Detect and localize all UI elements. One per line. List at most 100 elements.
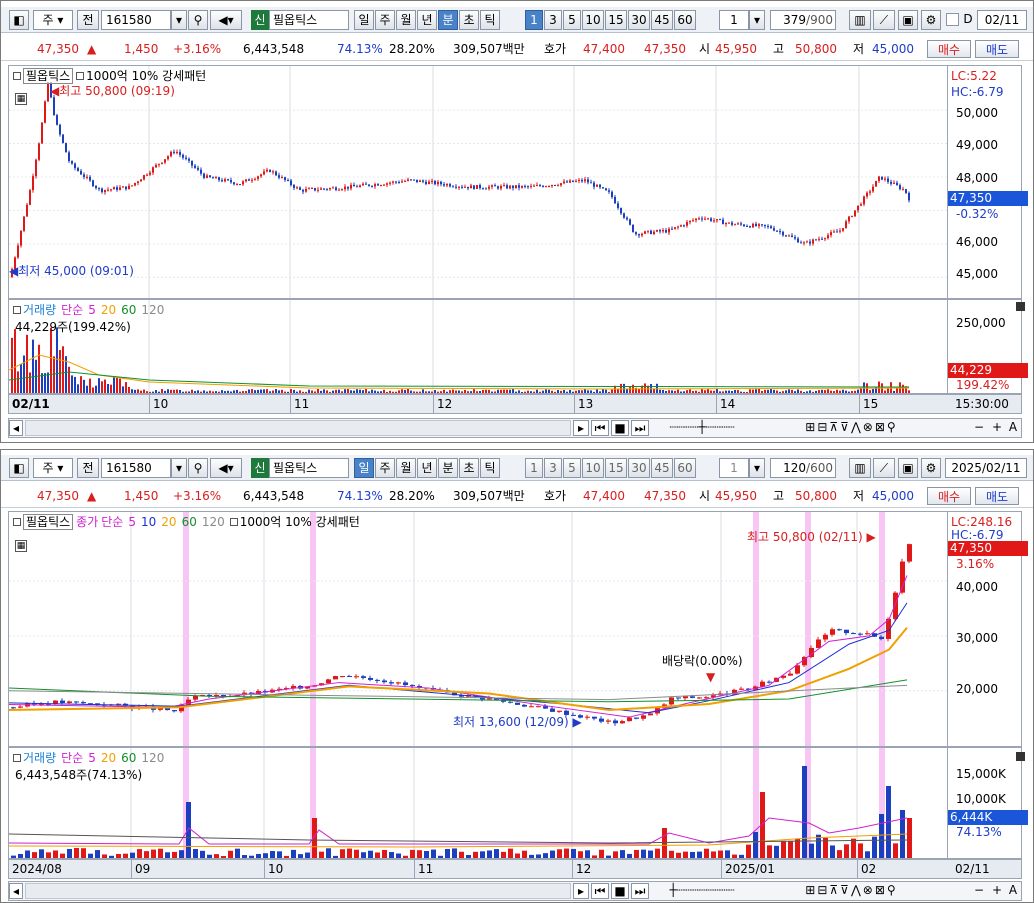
settings-icon[interactable]: ⚙: [921, 458, 941, 478]
bottom-volume-pane[interactable]: 거래량 단순 5 20 60 120 6,443,548주(74.13%) 15,000K…: [8, 747, 1028, 859]
sound-icon[interactable]: ◀▾: [210, 458, 242, 478]
bottom-price-pane[interactable]: 필옵틱스 종가 단순 5 10 20 60 120 1000억 10% 강세패턴 ▦ 최고 50…: [8, 511, 1028, 747]
scroll-left-icon[interactable]: ◂: [9, 883, 23, 899]
unit-dropdown-icon[interactable]: ▾: [749, 10, 765, 30]
tools-icons[interactable]: ⊞⊟⊼⊽⋀⊗⊠⚲: [754, 883, 949, 899]
code-dropdown-icon[interactable]: ▾: [171, 10, 187, 30]
period-button-5[interactable]: 초: [459, 458, 479, 478]
count-display[interactable]: 379/900: [770, 10, 836, 30]
prev-button[interactable]: 전: [77, 10, 99, 30]
auto-scale-icon[interactable]: A: [1005, 883, 1021, 899]
rewind-icon[interactable]: ⏮: [591, 883, 609, 899]
scrollbar-track[interactable]: [25, 883, 571, 899]
bar-chart-icon[interactable]: ▥: [849, 458, 871, 478]
code-input[interactable]: 161580: [101, 10, 171, 30]
candle-body: [233, 182, 235, 185]
search-icon[interactable]: ⚲: [188, 10, 208, 30]
line-tool-icon[interactable]: ⟋: [873, 10, 895, 30]
sell-button[interactable]: 매도: [975, 40, 1019, 58]
rewind-icon[interactable]: ⏮: [591, 420, 609, 436]
interval-button-0[interactable]: 1: [525, 458, 543, 478]
grid-icon[interactable]: ▦: [15, 93, 27, 105]
sound-icon[interactable]: ◀▾: [210, 10, 242, 30]
period-button-6[interactable]: 틱: [480, 458, 500, 478]
top-price-pane[interactable]: 필옵틱스 1000억 10% 강세패턴 ▦ ◀최고 50,800 (09:19) …: [8, 65, 1028, 299]
interval-button-6[interactable]: 45: [651, 458, 673, 478]
unit-dropdown-icon[interactable]: ▾: [749, 458, 765, 478]
period-button-4[interactable]: 분: [438, 458, 458, 478]
interval-button-3[interactable]: 10: [582, 458, 604, 478]
type-select[interactable]: 주 ▾: [33, 458, 73, 478]
window-menu-icon[interactable]: ◧: [9, 10, 29, 30]
interval-button-2[interactable]: 5: [563, 10, 581, 30]
date-input[interactable]: 02/11: [977, 10, 1027, 30]
interval-button-1[interactable]: 3: [544, 458, 562, 478]
date-input[interactable]: 2025/02/11: [945, 458, 1027, 478]
period-button-1[interactable]: 주: [375, 10, 395, 30]
code-dropdown-icon[interactable]: ▾: [171, 458, 187, 478]
period-button-0[interactable]: 일: [354, 10, 374, 30]
period-button-0[interactable]: 일: [354, 458, 374, 478]
interval-button-5[interactable]: 30: [628, 10, 650, 30]
count-display[interactable]: 120/600: [770, 458, 836, 478]
save-icon[interactable]: ▣: [898, 10, 918, 30]
zoom-slider[interactable]: ┼┈┈┈┈┈┈┈┈: [657, 883, 747, 899]
period-button-2[interactable]: 월: [396, 458, 416, 478]
interval-button-3[interactable]: 10: [582, 10, 604, 30]
interval-button-5[interactable]: 30: [628, 458, 650, 478]
window-menu-icon[interactable]: ◧: [9, 458, 29, 478]
scrollbar-track[interactable]: [25, 420, 571, 436]
zoom-slider[interactable]: ┈┈┈┈┼┈┈┈┈: [657, 420, 747, 436]
search-icon[interactable]: ⚲: [188, 458, 208, 478]
type-select[interactable]: 주 ▾: [33, 10, 73, 30]
interval-button-2[interactable]: 5: [563, 458, 581, 478]
volume-bar: [123, 853, 128, 858]
period-button-1[interactable]: 주: [375, 458, 395, 478]
buy-button[interactable]: 매수: [927, 40, 971, 58]
d-checkbox[interactable]: [946, 13, 959, 26]
unit-input[interactable]: 1: [719, 458, 749, 478]
save-icon[interactable]: ▣: [898, 458, 918, 478]
scroll-right-icon[interactable]: ▸: [573, 420, 589, 436]
settings-icon[interactable]: ⚙: [921, 10, 941, 30]
interval-button-7[interactable]: 60: [674, 10, 696, 30]
stop-icon[interactable]: ■: [611, 883, 629, 899]
forward-icon[interactable]: ⏭: [631, 420, 649, 436]
top-volume-pane[interactable]: 거래량 단순 5 20 60 120 44,229주(199.42%) 250,000 4…: [8, 299, 1028, 394]
stop-icon[interactable]: ■: [611, 420, 629, 436]
interval-button-4[interactable]: 15: [605, 10, 627, 30]
auto-scale-icon[interactable]: A: [1005, 420, 1021, 436]
bar-chart-icon[interactable]: ▥: [849, 10, 871, 30]
zoom-out-icon[interactable]: −: [971, 883, 987, 899]
unit-input[interactable]: 1: [719, 10, 749, 30]
period-button-4[interactable]: 분: [438, 10, 458, 30]
interval-button-6[interactable]: 45: [651, 10, 673, 30]
period-button-3[interactable]: 년: [417, 10, 437, 30]
period-button-3[interactable]: 년: [417, 458, 437, 478]
zoom-in-icon[interactable]: +: [989, 883, 1005, 899]
code-input[interactable]: 161580: [101, 458, 171, 478]
stock-name[interactable]: 필옵틱스: [269, 10, 349, 30]
forward-icon[interactable]: ⏭: [631, 883, 649, 899]
scroll-right-icon[interactable]: ▸: [573, 883, 589, 899]
interval-button-0[interactable]: 1: [525, 10, 543, 30]
candle-body: [854, 210, 856, 217]
ma60-label: 60: [121, 303, 137, 317]
period-button-5[interactable]: 초: [459, 10, 479, 30]
zoom-out-icon[interactable]: −: [971, 420, 987, 436]
stock-name[interactable]: 필옵틱스: [269, 458, 349, 478]
grid-icon[interactable]: ▦: [15, 540, 27, 552]
tools-icons[interactable]: ⊞⊟⊼⊽⋀⊗⊠⚲: [754, 420, 949, 436]
buy-button[interactable]: 매수: [927, 487, 971, 505]
interval-button-1[interactable]: 3: [544, 10, 562, 30]
volume-bar: [344, 389, 346, 393]
interval-button-4[interactable]: 15: [605, 458, 627, 478]
interval-button-7[interactable]: 60: [674, 458, 696, 478]
line-tool-icon[interactable]: ⟋: [873, 458, 895, 478]
zoom-in-icon[interactable]: +: [989, 420, 1005, 436]
prev-button[interactable]: 전: [77, 458, 99, 478]
period-button-2[interactable]: 월: [396, 10, 416, 30]
scroll-left-icon[interactable]: ◂: [9, 420, 23, 436]
period-button-6[interactable]: 틱: [480, 10, 500, 30]
sell-button[interactable]: 매도: [975, 487, 1019, 505]
